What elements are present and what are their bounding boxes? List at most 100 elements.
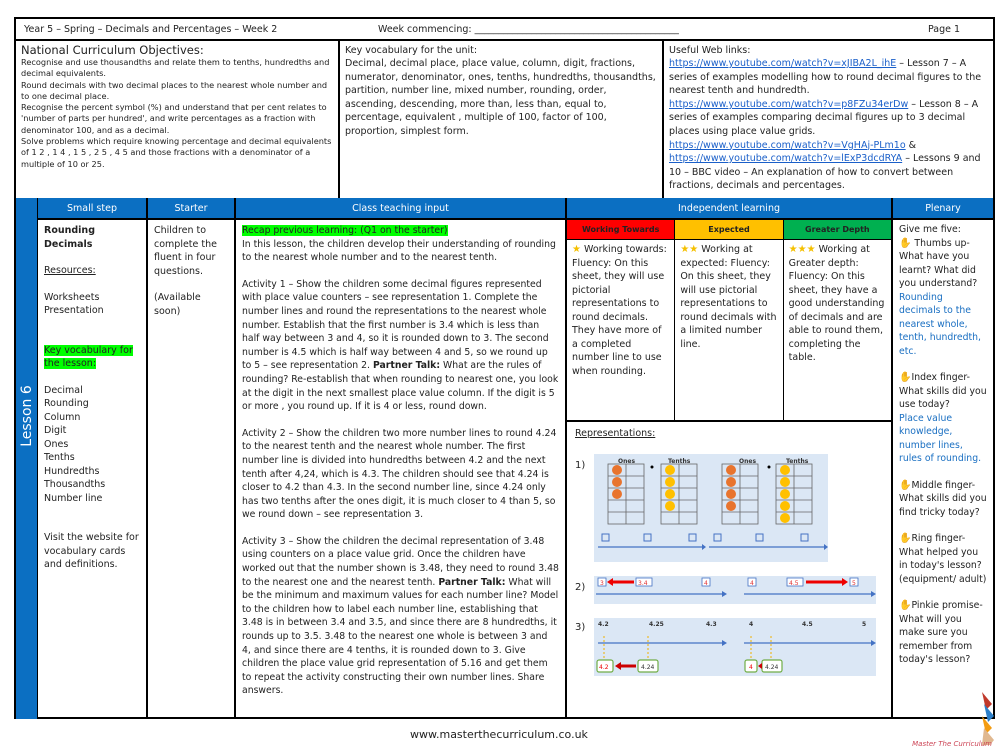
page-number: Page 1 — [928, 24, 961, 35]
level-header-expected: Expected — [675, 220, 784, 239]
recap-label: Recap previous learning: (Q1 on the star… — [242, 225, 448, 236]
resources-label: Resources: — [44, 265, 96, 276]
rep3-tick: 4 — [749, 621, 753, 628]
class-input-header: Class teaching input — [236, 198, 565, 220]
star-icon: ★★★ — [788, 244, 816, 255]
page-title: Year 5 – Spring – Decimals and Percentag… — [24, 24, 278, 35]
hand-icon: ✋ — [899, 372, 912, 383]
level-text: Working at expected: Fluency: On this sh… — [680, 244, 777, 350]
rep2-label: 5 — [852, 580, 856, 587]
vocab-item: Rounding — [44, 398, 89, 409]
activity-2: Activity 2 – Show the children two more … — [242, 427, 557, 521]
ampersand: & — [905, 139, 917, 151]
brand-logo-icon — [982, 692, 994, 745]
rep3-box: 4.24 — [641, 664, 655, 671]
rep3-box: 4.24 — [765, 664, 779, 671]
rep2-label: 4 — [704, 580, 708, 587]
rep3-tick: 4.5 — [802, 621, 813, 628]
representations: Representations: 1) Ones Tenths Ones Ten… — [567, 422, 891, 719]
plenary-index: Index finger- What skills did you use to… — [899, 372, 987, 410]
representations-label: Representations: — [575, 428, 656, 439]
vocab-item: Hundredths — [44, 465, 100, 477]
rep-2-number-lines: 3 3.4 4 4 4.5 5 — [594, 576, 876, 604]
web-link-lesson-10[interactable]: https://www.youtube.com/watch?v=lExP3dcd… — [669, 153, 902, 164]
web-links-title: Useful Web links: — [669, 45, 751, 56]
activity-text: What will be the minimum and maximum val… — [242, 576, 559, 697]
vocab-item: Number line — [44, 492, 103, 504]
level-header-greater-depth: Greater Depth — [783, 220, 891, 239]
plenary-middle: Middle finger- What skills did you find … — [899, 479, 987, 518]
independent-header: Independent learning — [567, 198, 891, 220]
objective-item: Solve problems which require knowing per… — [21, 136, 332, 169]
rep3-tick: 5 — [862, 621, 866, 628]
unit-vocabulary: Key vocabulary for the unit: Decimal, de… — [340, 41, 664, 198]
activity-text: Activity 1 – Show the children some deci… — [242, 278, 549, 372]
lesson-vocab-label: Key vocabulary for the lesson: — [44, 344, 133, 369]
rep2-label: 3 — [600, 580, 604, 587]
resource-item: Presentation — [44, 305, 104, 316]
objective-item: Recognise the percent symbol (%) and und… — [21, 102, 327, 135]
level-text: Working at Greater depth: Fluency: On th… — [788, 244, 885, 363]
plenary-pinkie: Pinkie promise- What will you make sure … — [899, 600, 983, 665]
plenary-ring: Ring finger- What helped you in today's … — [899, 533, 987, 585]
plenary-thumb-answer: Rounding decimals to the nearest whole, … — [899, 291, 982, 357]
level-header-working-towards: Working Towards — [567, 220, 676, 239]
web-link-lesson-7[interactable]: https://www.youtube.com/watch?v=xJIBA2L_… — [669, 58, 896, 69]
footer-url[interactable]: www.masterthecurriculum.co.uk — [410, 728, 588, 741]
star-icon: ★★ — [680, 244, 699, 255]
web-link-lesson-8[interactable]: https://www.youtube.com/watch?v=p8FZu34e… — [669, 99, 908, 110]
partner-talk-label: Partner Talk: — [438, 576, 506, 588]
vocab-text: Decimal, decimal place, place value, col… — [345, 58, 656, 137]
objectives-title: National Curriculum Objectives: — [21, 43, 204, 57]
hand-icon: ✋ — [899, 237, 912, 249]
small-step-title: Rounding Decimals — [44, 225, 95, 250]
starter-note: (Available soon) — [154, 292, 201, 317]
rep-3-number-lines: 4.2 4.25 4.3 4 4.5 5 4.2 4.24 4 4.24 — [594, 618, 876, 676]
level-expected: ★★ Working at expected: Fluency: On this… — [675, 240, 784, 420]
brand-name: Master The Curriculum — [912, 740, 992, 748]
independent-column: Independent learning Working Towards Exp… — [567, 198, 893, 719]
vocab-item: Column — [44, 411, 81, 423]
rep3-tick: 4.2 — [598, 621, 609, 628]
partner-talk-label: Partner Talk: — [372, 360, 441, 372]
rep-1-number: 1) — [575, 460, 586, 471]
vocab-item: Digit — [44, 425, 67, 436]
level-greater-depth: ★★★ Working at Greater depth: Fluency: O… — [784, 240, 891, 420]
intro-text: In this lesson, the children develop the… — [242, 238, 556, 264]
hand-icon: ✋ — [899, 479, 912, 491]
lesson-sidebar: Lesson 6 — [16, 198, 38, 719]
rep-1-place-value-grids: Ones Tenths Ones Tenths — [594, 454, 828, 562]
star-icon: ★ — [572, 244, 581, 255]
rep2-label: 4.5 — [789, 580, 799, 587]
small-step-column: Small step Rounding Decimals Resources: … — [38, 198, 148, 719]
plenary-intro: Give me five: — [899, 224, 961, 235]
class-input-column: Class teaching input Recap previous lear… — [236, 198, 567, 719]
vocab-item: Tenths — [44, 452, 75, 463]
plenary-column: Plenary Give me five: ✋ Thumbs up- What … — [893, 198, 993, 719]
level-working-towards: ★ Working towards: Fluency: On this shee… — [567, 240, 676, 420]
starter-header: Starter — [148, 198, 234, 220]
rep3-box: 4.2 — [599, 664, 609, 671]
lesson-plan-page: Year 5 – Spring – Decimals and Percentag… — [14, 17, 995, 719]
activity-3: Activity 3 – Show the children the decim… — [242, 535, 559, 698]
page-header: Year 5 – Spring – Decimals and Percentag… — [16, 19, 993, 41]
rep-2-number: 2) — [575, 582, 586, 593]
vocab-title: Key vocabulary for the unit: — [345, 45, 478, 56]
small-step-header: Small step — [38, 198, 146, 220]
plenary-index-answer: Place value knowledge, number lines, rul… — [899, 412, 982, 465]
rep2-label: 4 — [750, 580, 754, 587]
resource-item: Worksheets — [44, 291, 100, 303]
web-link-lesson-9[interactable]: https://www.youtube.com/watch?v=VgHAj-PL… — [669, 140, 906, 151]
visit-website-note: Visit the website for vocabulary cards a… — [44, 532, 139, 570]
plenary-thumb: Thumbs up- What have you learnt? What di… — [899, 237, 978, 290]
curriculum-objectives: National Curriculum Objectives: Recognis… — [16, 41, 340, 198]
vocab-item: Ones — [44, 438, 69, 450]
vocab-item: Thousandths — [44, 479, 106, 490]
activity-1: Activity 1 – Show the children some deci… — [242, 278, 559, 414]
starter-text: Children to complete the fluent in four … — [154, 225, 217, 277]
lesson-label: Lesson 6 — [19, 385, 35, 447]
hand-icon: ✋ — [899, 600, 912, 611]
rep3-tick: 4.3 — [706, 621, 717, 628]
web-links: Useful Web links: https://www.youtube.co… — [664, 41, 993, 198]
rep3-box: 4 — [749, 664, 753, 671]
